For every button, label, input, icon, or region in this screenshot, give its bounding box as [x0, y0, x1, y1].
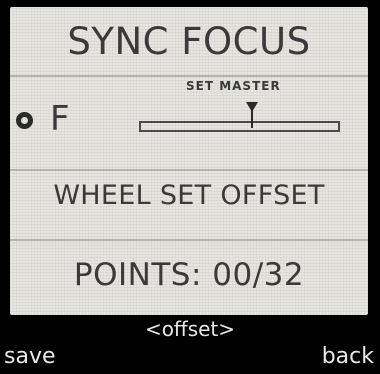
sync-row[interactable]: F SET MASTER	[10, 77, 368, 167]
points-counter: POINTS: 00/32	[73, 257, 305, 293]
focus-letter: F	[50, 99, 70, 139]
device: SYNC FOCUS F SET MASTER WHEEL SET OFFSET…	[0, 0, 380, 374]
master-slider-track[interactable]	[139, 121, 340, 132]
offset-softkey[interactable]: <offset>	[0, 317, 380, 341]
back-softkey[interactable]: back	[322, 343, 374, 371]
slider-marker	[250, 110, 253, 128]
wheel-set-offset-item[interactable]: WHEEL SET OFFSET	[10, 175, 368, 217]
set-master-label: SET MASTER	[186, 79, 281, 93]
softkey-bar: <offset> save back	[0, 315, 380, 374]
save-softkey[interactable]: save	[4, 343, 56, 371]
circle-icon	[16, 112, 33, 129]
divider	[10, 239, 368, 241]
screen-title: SYNC FOCUS	[67, 20, 311, 63]
lcd-screen: SYNC FOCUS F SET MASTER WHEEL SET OFFSET…	[10, 7, 368, 315]
divider	[10, 169, 368, 171]
